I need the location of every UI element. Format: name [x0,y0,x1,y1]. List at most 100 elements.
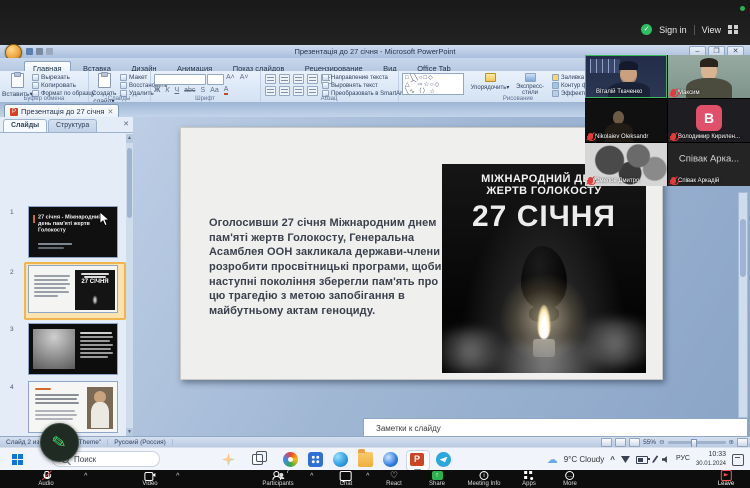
browser-icon[interactable] [383,452,398,467]
shapes-gallery[interactable]: □╲╲○□◇△⌒⇨☆○◇╲∿（）☆ [402,73,464,95]
weather-text[interactable]: 9°C Cloudy [564,455,605,464]
muted-mic-icon [671,133,676,140]
chat-button[interactable]: Chat [340,471,353,487]
start-button[interactable] [12,454,23,465]
chat-options-chevron[interactable]: ^ [366,473,370,479]
scrollbar-thumb[interactable] [740,219,746,277]
pane-tab-outline[interactable]: Структура [48,119,97,132]
normal-view-icon[interactable] [601,438,612,447]
paste-button[interactable]: Вставить▾ [2,73,32,98]
notes-pane[interactable]: Заметки к слайду [363,418,748,437]
slide-body-text[interactable]: Оголосивши 27 січня Міжнародним днем пам… [209,216,451,318]
copy-button[interactable]: Копировать [32,82,76,89]
font-name-input[interactable] [154,74,206,85]
participant-name: Максим [678,90,700,96]
video-tile[interactable]: Співак Арка... Співак Аркадій [668,143,750,186]
participants-options-chevron[interactable]: ^ [310,473,314,479]
paste-icon [11,73,24,88]
battery-icon[interactable] [636,456,648,464]
audio-button[interactable]: Audio [38,471,53,487]
thumb1-title: 27 січня - Міжнародний день пам'яті жерт… [38,215,108,234]
pane-tabs: Слайды Структура ✕ [0,117,133,133]
tray-expand-chevron[interactable]: ^ [610,455,615,464]
slide-sorter-icon[interactable] [615,438,626,447]
bold-button[interactable]: Ж [154,87,160,94]
annotate-button[interactable]: ✎ [40,423,79,462]
change-case-button[interactable]: Аа [210,87,219,94]
video-tile[interactable]: Смелов Дмитро [585,143,667,186]
font-style-buttons[interactable]: Ж К Ч abc S Аа А [154,86,231,95]
document-tab[interactable]: P Презентація до 27 січня ✕ [4,104,119,118]
underline-button[interactable]: Ч [174,87,179,94]
leave-button[interactable]: Leave [718,471,734,487]
sign-in-button[interactable]: Sign in [659,25,687,35]
share-button[interactable]: ↑ Share [429,471,445,487]
font-size-input[interactable] [207,74,224,85]
weather-icon: ☁ [547,453,558,466]
view-button[interactable]: View [702,25,721,35]
layout-button[interactable]: Макет [120,74,147,81]
slide-thumbnail-2[interactable]: 27 СІЧНЯ [28,265,118,313]
thumbnails-scrollbar[interactable]: ▲ ▼ [126,134,133,437]
photos-app-icon[interactable] [283,452,298,467]
task-view-button[interactable] [252,454,263,465]
video-tile[interactable]: Nikolaiev Oleksandr [585,99,667,142]
video-options-chevron[interactable]: ^ [176,473,180,479]
video-button[interactable]: Video [142,471,157,487]
close-doc-tab-icon[interactable]: ✕ [107,108,113,116]
font-color-button[interactable]: А [224,86,229,95]
italic-button[interactable]: К [165,87,169,94]
fit-to-window-icon[interactable] [737,438,748,447]
slide-poster-image[interactable]: МІЖНАРОДНИЙ ДЕНЬ ЖЕРТВ ГОЛОКОСТУ 27 СІЧН… [442,164,646,373]
volume-icon[interactable] [662,456,670,464]
divider [694,25,695,35]
copilot-icon[interactable] [222,453,235,466]
audio-options-chevron[interactable]: ^ [84,473,88,479]
more-button[interactable]: … More [563,471,577,487]
file-explorer-icon[interactable] [358,452,373,467]
participant-name: Співак Аркадій [678,178,719,184]
video-tile[interactable]: Віталій Ткаченко [585,55,667,98]
scrollbar-thumb[interactable] [127,148,132,218]
shadow-button[interactable]: S [200,87,205,94]
network-icon[interactable] [621,456,630,463]
arrange-button[interactable]: Упорядочить▾ [470,73,510,91]
apps-button[interactable]: Apps [522,471,536,487]
cut-button[interactable]: Вырезать [32,74,70,81]
react-button[interactable]: ♡ React [386,471,402,487]
scroll-up-icon[interactable]: ▲ [126,134,133,143]
zoom-out-icon[interactable]: ⊖ [659,438,664,446]
pane-tab-slides[interactable]: Слайды [3,119,47,132]
poster-date: 27 СІЧНЯ [442,200,646,234]
pane-close-icon[interactable]: ✕ [123,120,129,128]
strikethrough-button[interactable]: abc [184,87,195,94]
powerpoint-taskbar-button[interactable]: P [406,450,430,471]
alignment-buttons[interactable] [265,86,318,96]
telegram-icon[interactable] [436,452,451,467]
slide-thumbnail-4[interactable] [28,381,118,433]
language-status[interactable]: Русский (Россия) [108,439,173,446]
language-indicator[interactable]: РУС [676,455,690,464]
align-text-button[interactable]: Выровнять текст [322,82,378,89]
participants-button[interactable]: 7 Participants [262,471,293,487]
quick-styles-button[interactable]: Экспресс-стили [512,73,548,96]
font-grow-shrink[interactable]: A˄A˅ [226,74,252,81]
slide-thumbnail-3[interactable] [28,323,118,375]
video-tile[interactable]: В Володимир Кирилен... [668,99,750,142]
notification-icon[interactable] [732,454,744,466]
zoom-slider[interactable] [668,441,726,444]
slide-scrollbar[interactable] [738,192,748,418]
zoom-in-icon[interactable]: ⊕ [729,438,734,446]
text-direction-button[interactable]: Направление текста [322,74,388,81]
pen-icon[interactable] [652,455,659,464]
time: 10:33 [708,451,726,458]
clock[interactable]: 10:33 30.01.2024 [696,451,726,469]
slideshow-icon[interactable] [629,438,640,447]
apps-grid-icon[interactable] [308,452,323,467]
video-tile[interactable]: Максим [668,55,750,98]
edge-icon[interactable] [333,452,348,467]
meeting-info-button[interactable]: i Meeting Info [467,471,500,487]
view-grid-icon[interactable] [728,25,738,34]
participant-name: Володимир Кирилен... [678,134,740,140]
heart-icon: ♡ [390,471,398,480]
